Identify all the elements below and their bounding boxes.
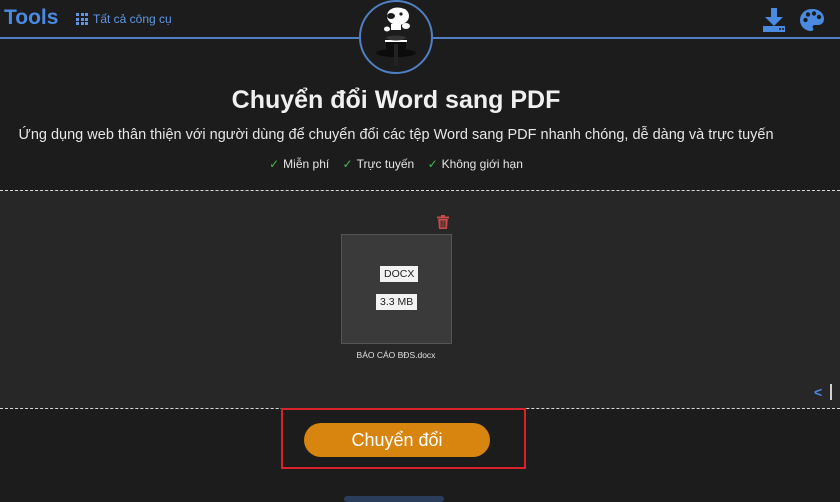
all-tools-link[interactable]: Tất cả công cụ xyxy=(76,12,172,26)
feature-list: ✓ Miễn phí ✓ Trực tuyến ✓ Không giới hạn xyxy=(0,157,792,171)
feature-unlimited: ✓ Không giới hạn xyxy=(427,157,523,171)
palette-icon[interactable] xyxy=(799,8,825,32)
all-tools-label: Tất cả công cụ xyxy=(93,12,172,26)
check-icon: ✓ xyxy=(269,157,280,171)
chevron-left-icon[interactable]: < xyxy=(814,384,822,400)
feature-online: ✓ Trực tuyến xyxy=(342,157,415,171)
convert-button[interactable]: Chuyển đổi xyxy=(304,423,490,457)
file-thumbnail[interactable]: DOCX 3.3 MB xyxy=(341,234,452,344)
page-title: Chuyển đổi Word sang PDF xyxy=(231,86,561,114)
file-type-badge: DOCX xyxy=(380,266,419,282)
file-name: BÁO CÁO BĐS.docx xyxy=(356,350,436,360)
magician-logo[interactable] xyxy=(359,0,433,74)
bottom-element-peek xyxy=(344,496,444,502)
download-icon[interactable] xyxy=(762,7,786,33)
feature-free: ✓ Miễn phí xyxy=(269,157,330,171)
check-icon: ✓ xyxy=(427,157,438,171)
grid-icon xyxy=(76,13,88,25)
trash-icon[interactable] xyxy=(437,215,449,229)
magician-hat-icon xyxy=(376,5,416,66)
page-subtitle: Ứng dụng web thân thiện với người dùng đ… xyxy=(18,127,774,143)
file-size-badge: 3.3 MB xyxy=(376,294,418,310)
scroll-indicator xyxy=(830,384,832,400)
check-icon: ✓ xyxy=(342,157,353,171)
brand-logo-text[interactable]: Tools xyxy=(4,6,58,30)
